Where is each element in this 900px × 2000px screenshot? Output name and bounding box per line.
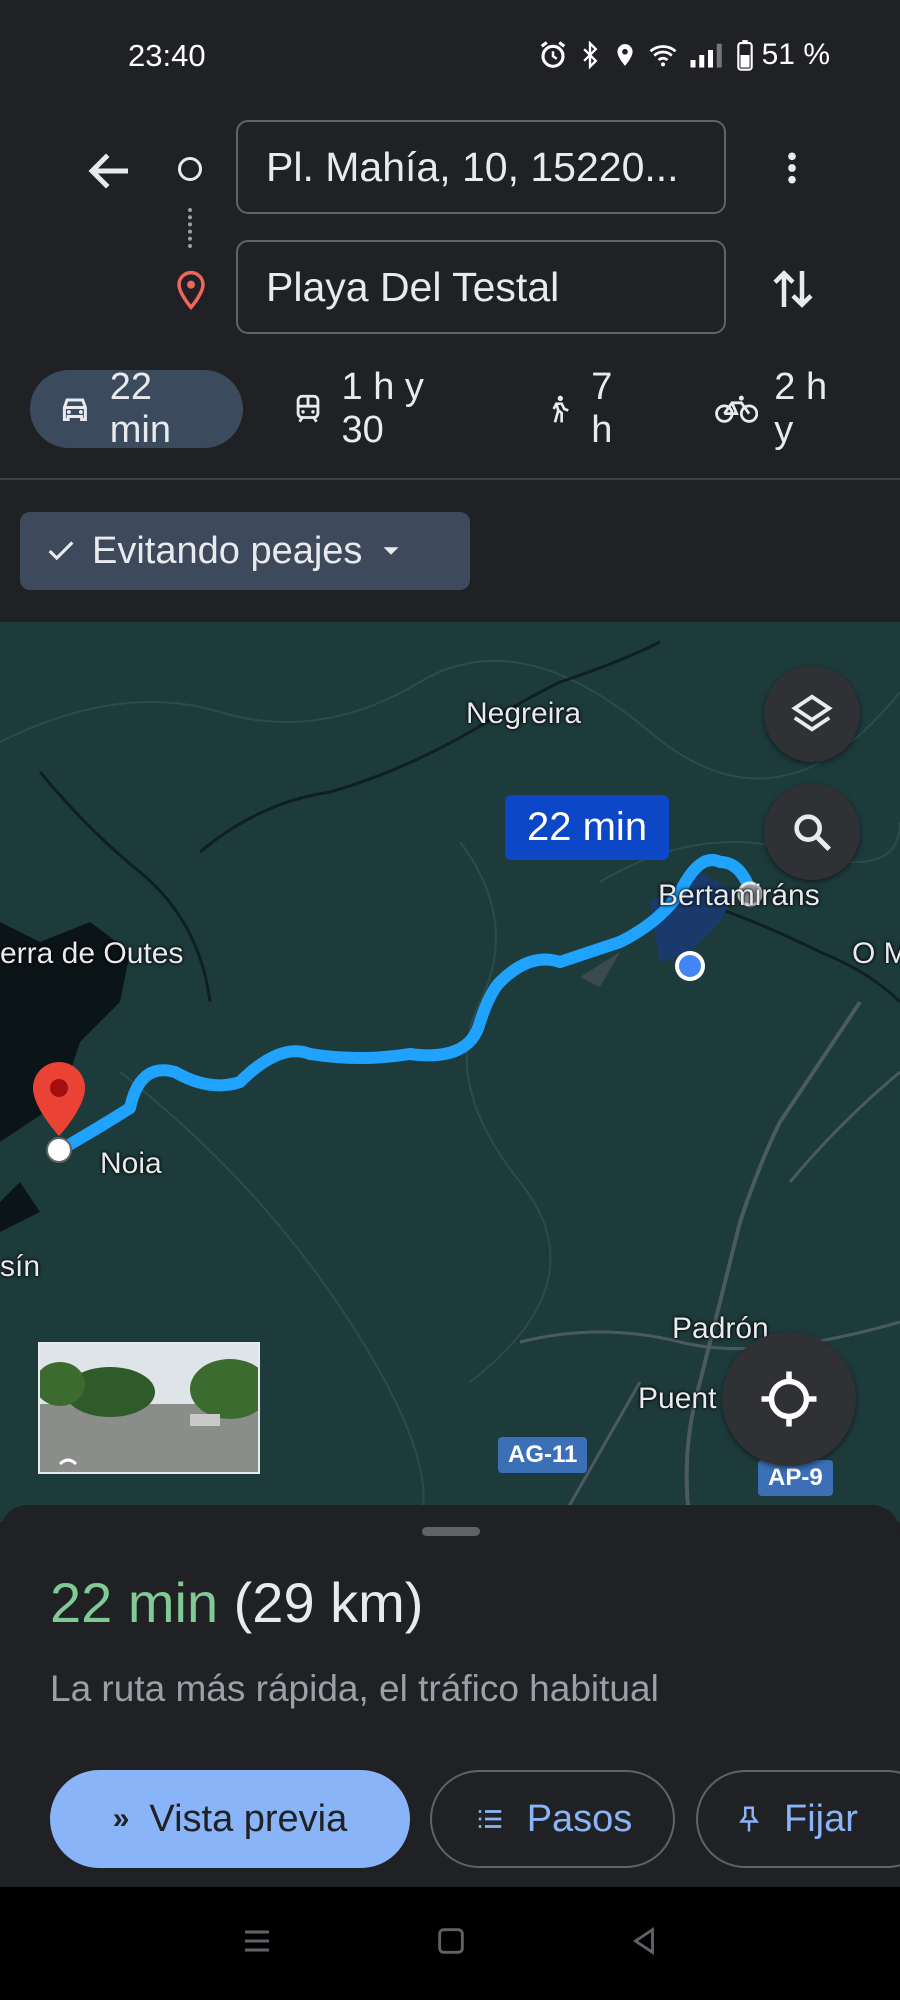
- pin-label: Fijar: [784, 1797, 858, 1840]
- trip-distance: (29 km): [233, 1571, 424, 1634]
- menu-lines-icon: [245, 1930, 270, 1952]
- status-icons: 51 %: [538, 38, 830, 72]
- origin-field[interactable]: Pl. Mahía, 10, 15220...: [236, 120, 726, 214]
- back-arrow-icon: [88, 153, 128, 189]
- more-vert-icon: [788, 152, 796, 184]
- destination-pin-icon: [175, 270, 207, 315]
- mode-bike[interactable]: 2 h y: [689, 366, 878, 451]
- route-time-label[interactable]: 22 min: [505, 795, 670, 860]
- sheet-drag-handle[interactable]: [422, 1527, 480, 1536]
- preview-button[interactable]: » Vista previa: [50, 1770, 410, 1868]
- mode-drive[interactable]: 22 min: [30, 366, 244, 451]
- swap-icon: [773, 270, 813, 308]
- search-along-route-button[interactable]: [764, 784, 860, 880]
- system-nav-bar: [0, 1887, 900, 2000]
- trip-description: La ruta más rápida, el tráfico habitual: [50, 1668, 659, 1709]
- battery-percent: 51 %: [761, 38, 830, 71]
- mode-transit[interactable]: 1 h y 30: [265, 366, 495, 451]
- map-label-outes: erra de Outes: [0, 937, 184, 970]
- alarm-icon: [538, 40, 568, 70]
- mode-transit-label: 1 h y 30: [341, 366, 424, 451]
- walk-icon: [552, 395, 569, 423]
- street-view-thumbnail[interactable]: [38, 1342, 260, 1474]
- road-shield-ag11: AG-11: [498, 1437, 588, 1473]
- pin-button[interactable]: Fijar: [696, 1770, 900, 1868]
- signal-icon: [688, 40, 728, 70]
- status-bar: 23:40 51 %: [0, 0, 900, 110]
- wifi-icon: [646, 40, 680, 70]
- crosshair-icon: [761, 1371, 817, 1427]
- bike-icon: [715, 395, 759, 423]
- home-button[interactable]: [434, 1924, 468, 1963]
- dropdown-arrow-icon: [383, 547, 399, 555]
- map-label-bertamirans: Bertamiráns: [658, 879, 820, 912]
- map-label-negreira: Negreira: [466, 697, 582, 730]
- destination-text: Playa Del Testal: [266, 263, 560, 310]
- map-view[interactable]: Negreira Bertamiráns erra de Outes O M N…: [0, 622, 900, 1522]
- list-icon: [478, 1810, 501, 1828]
- map-label-puente: Puent: [638, 1382, 717, 1415]
- map-label-noia: Noia: [100, 1147, 162, 1180]
- more-options-button[interactable]: [772, 148, 812, 188]
- car-icon: [62, 398, 87, 421]
- layers-icon: [791, 694, 833, 732]
- location-icon: [612, 40, 638, 70]
- check-icon: [48, 541, 74, 561]
- status-time: 23:40: [128, 38, 206, 73]
- preview-label: Vista previa: [149, 1797, 348, 1840]
- map-label-om: O M: [852, 937, 900, 970]
- origin-text: Pl. Mahía, 10, 15220...: [266, 143, 679, 190]
- origin-dot-icon: [178, 157, 202, 181]
- mode-walk[interactable]: 7 h: [517, 366, 667, 451]
- steps-button[interactable]: Pasos: [430, 1770, 675, 1868]
- avoid-tolls-chip[interactable]: Evitando peajes: [20, 512, 470, 590]
- route-dots: [188, 208, 196, 248]
- swap-button[interactable]: [766, 262, 820, 316]
- back-button[interactable]: [82, 144, 142, 198]
- header-divider: [0, 478, 900, 480]
- mode-bike-label: 2 h y: [774, 366, 828, 451]
- destination-field[interactable]: Playa Del Testal: [236, 240, 726, 334]
- map-label-sin: sín: [0, 1250, 41, 1283]
- trip-time: 22 min: [50, 1571, 219, 1634]
- layers-button[interactable]: [764, 666, 860, 762]
- search-icon: [794, 814, 832, 852]
- battery-icon: [736, 39, 754, 71]
- mode-walk-label: 7 h: [591, 366, 613, 451]
- bluetooth-icon: [576, 40, 604, 70]
- triangle-back-icon: [632, 1927, 654, 1955]
- home-square-icon: [438, 1928, 464, 1954]
- recents-button[interactable]: [239, 1923, 275, 1964]
- system-back-button[interactable]: [627, 1924, 661, 1963]
- steps-label: Pasos: [526, 1797, 633, 1840]
- street-view-image: [40, 1344, 258, 1472]
- pin-icon: [739, 1806, 759, 1832]
- train-icon: [297, 394, 320, 423]
- double-chevron-icon: »: [112, 1802, 130, 1835]
- trip-summary: 22 min (29 km): [50, 1570, 423, 1635]
- avoid-tolls-label: Evitando peajes: [92, 529, 363, 572]
- mode-drive-label: 22 min: [109, 366, 171, 451]
- my-location-button[interactable]: [722, 1332, 856, 1466]
- travel-modes: 22 min 1 h y 30 7 h 2 h y: [30, 366, 900, 451]
